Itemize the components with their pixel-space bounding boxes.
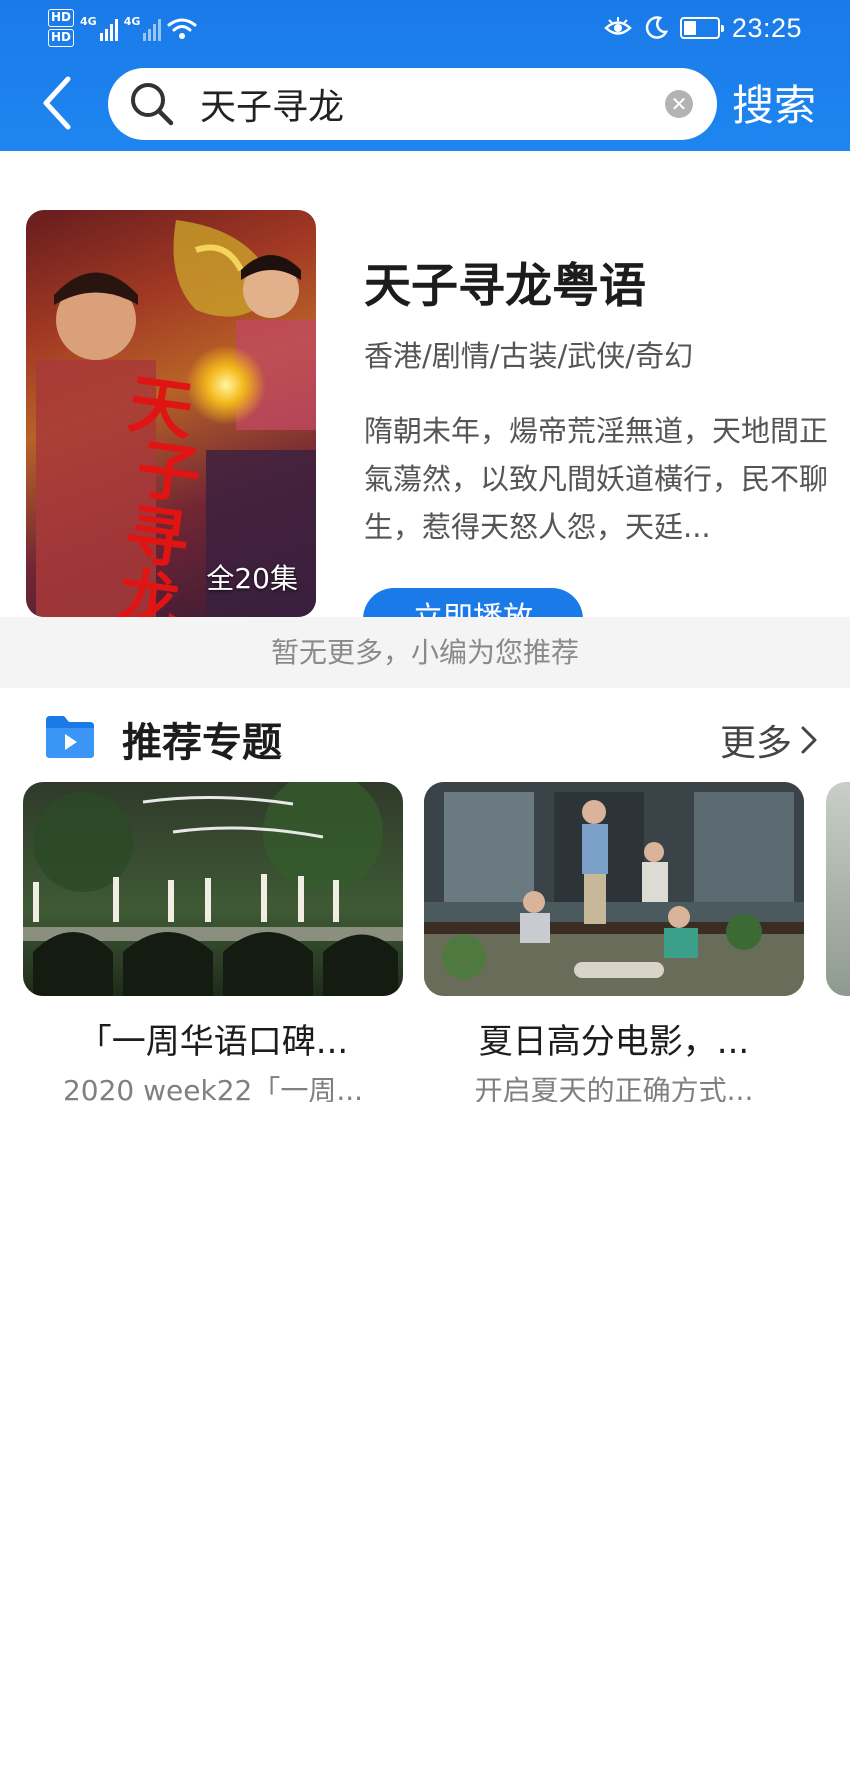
signal-icon: 4G	[124, 15, 162, 41]
eye-comfort-icon	[604, 17, 632, 35]
more-link[interactable]: 更多	[720, 714, 818, 766]
search-button[interactable]: 搜索	[724, 76, 824, 136]
card-thumbnail	[424, 782, 804, 996]
battery-icon	[679, 17, 724, 39]
more-label: 更多	[719, 723, 792, 764]
folder-video-icon	[46, 716, 94, 758]
card-thumbnail	[23, 782, 403, 996]
clock: 23:25	[731, 12, 802, 43]
search-box[interactable]: ✕	[108, 68, 717, 140]
chevron-right-icon	[801, 726, 817, 754]
recommend-card[interactable]: 夏日高分电影，... 开启夏天的正确方式...	[424, 782, 804, 1102]
poster-image[interactable]: 天 子 寻 龙 全20集	[26, 210, 316, 617]
card-title: 夏日高分电影，...	[478, 1022, 750, 1062]
search-input[interactable]	[200, 78, 640, 130]
status-bar: HD HD 4G 4G 23:25	[0, 0, 850, 56]
episode-count-badge: 全20集	[206, 562, 298, 595]
result-title[interactable]: 天子寻龙粤语	[364, 247, 646, 316]
network-type: 4G	[123, 15, 141, 28]
hd-badge: HD	[48, 9, 75, 27]
back-button[interactable]	[30, 68, 84, 138]
recommend-carousel[interactable]: 「一周华语口碑... 2020 week22「一周... 夏日高分电影，... …	[0, 782, 850, 1102]
hd-badge: HD	[48, 29, 75, 47]
search-icon	[131, 83, 174, 126]
network-type: 4G	[80, 15, 97, 28]
card-subtitle: 2020 week22「一周...	[62, 1074, 364, 1102]
svg-text:龙: 龙	[114, 561, 183, 617]
signal-icon: 4G	[80, 15, 118, 41]
back-arrow-icon	[43, 76, 71, 130]
wifi-icon	[167, 18, 197, 39]
play-now-button[interactable]: 立即播放	[363, 588, 583, 617]
recommend-card[interactable]: 「一周华语口碑... 2020 week22「一周...	[23, 782, 403, 1102]
search-result-page: HD HD 4G 4G 23:25 天子寻龙 ✕ 搜索 天 子 寻 龙 全20集…	[0, 0, 850, 1766]
result-description: 隋朝未年，煬帝荒淫無道，天地間正氣蕩然，以致凡間妖道橫行，民不聊生，惹得天怒人怨…	[364, 414, 829, 544]
search-result-item[interactable]: 天 子 寻 龙 全20集 天子寻龙粤语 香港/剧情/古装/武侠/奇幻 隋朝未年，…	[0, 151, 850, 617]
moon-icon	[645, 16, 668, 39]
card-subtitle: 开启夏天的正确方式...	[474, 1074, 754, 1102]
recommend-section-header: 推荐专题 更多	[0, 700, 850, 780]
clear-search-icon[interactable]: ✕	[665, 90, 693, 118]
result-tags: 香港/剧情/古装/武侠/奇幻	[364, 339, 694, 373]
recommend-card-peek[interactable]	[826, 782, 850, 996]
section-title: 推荐专题	[122, 720, 282, 766]
no-more-notice: 暂无更多，小编为您推荐	[0, 617, 850, 688]
header-bar: HD HD 4G 4G 23:25 天子寻龙 ✕ 搜索	[0, 0, 850, 151]
card-title: 「一周华语口碑...	[77, 1022, 349, 1062]
poster-artwork: 天 子 寻 龙	[26, 210, 316, 617]
